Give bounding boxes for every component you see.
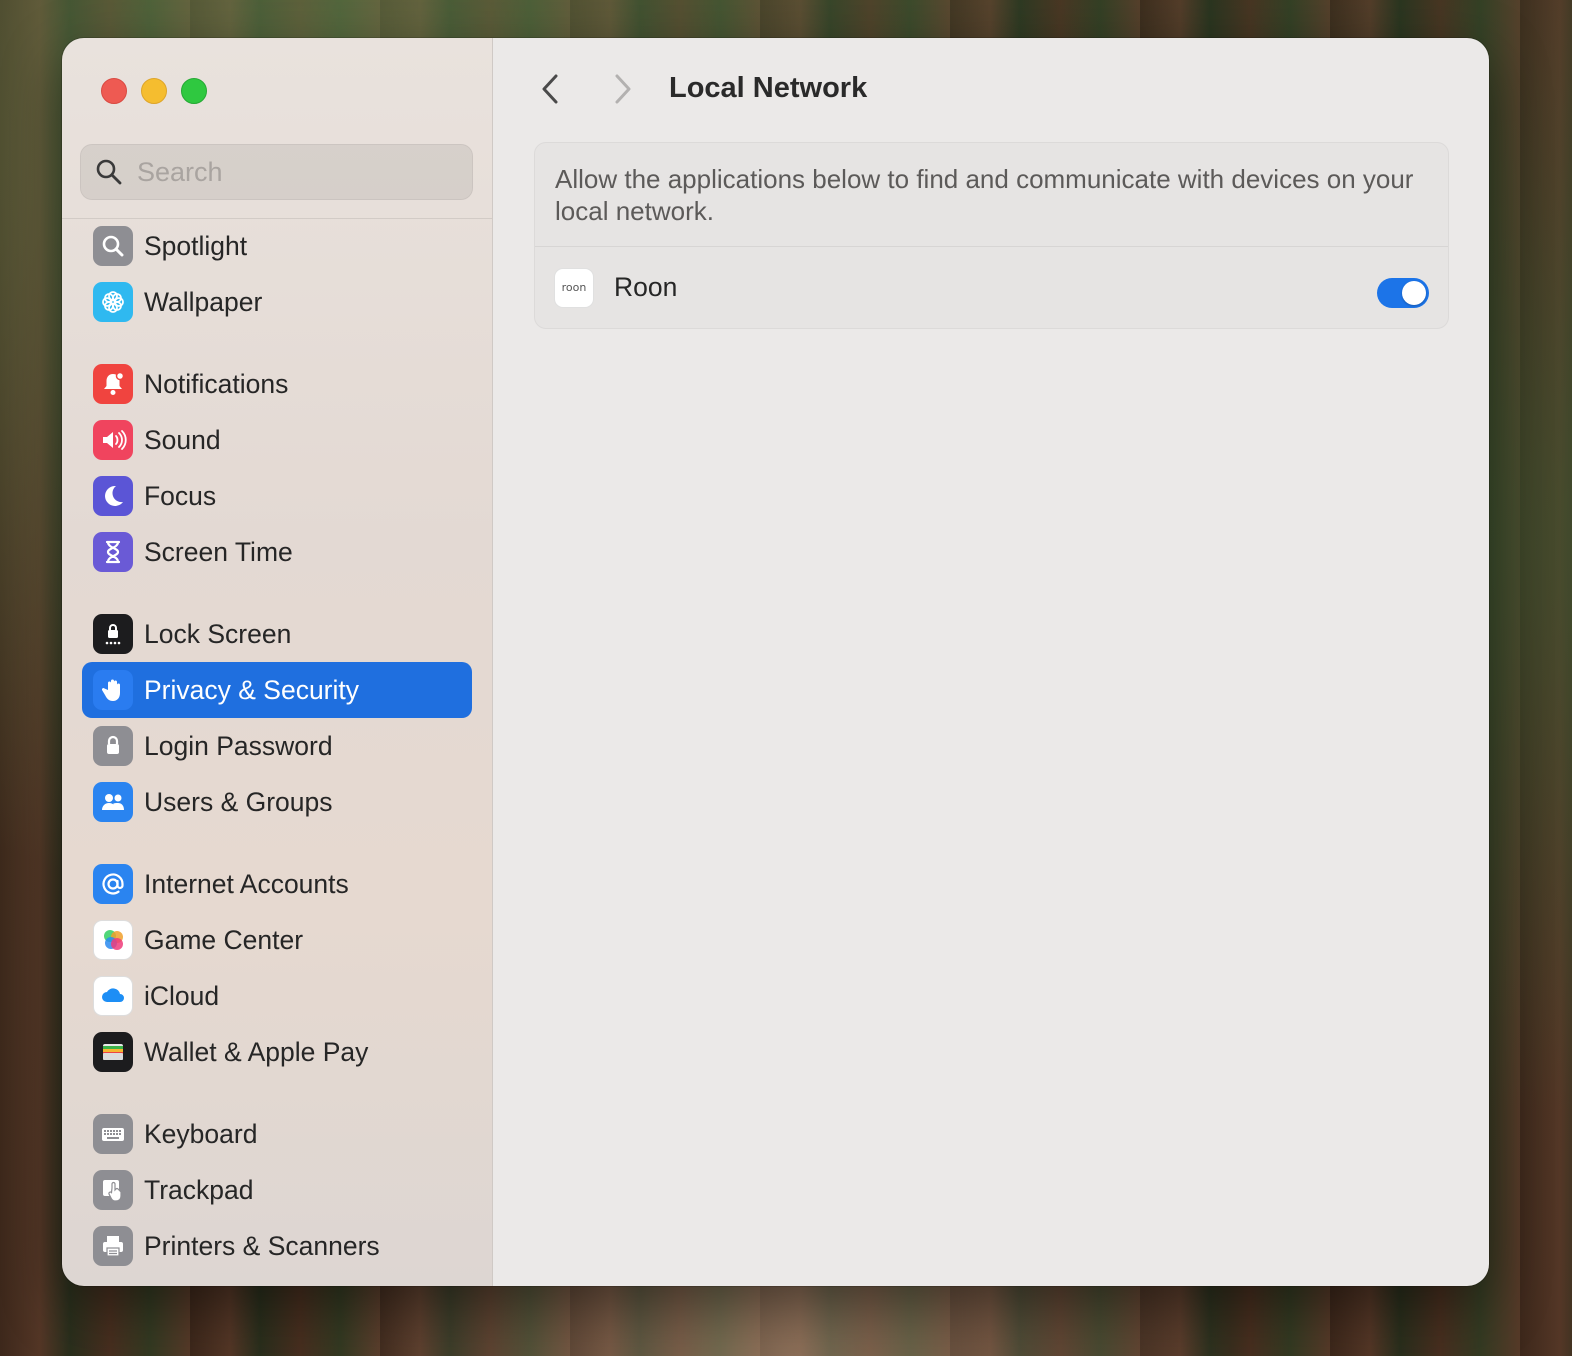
notifications-icon xyxy=(93,364,133,404)
window-controls xyxy=(101,78,207,104)
sidebar-item-spotlight[interactable]: Spotlight xyxy=(82,218,472,274)
sidebar-item-label: Focus xyxy=(144,480,217,511)
sidebar-item-label: Game Center xyxy=(144,924,304,955)
sidebar-item-label: Internet Accounts xyxy=(144,868,349,899)
sidebar-item-login-password[interactable]: Login Password xyxy=(82,718,472,774)
sidebar-item-label: Login Password xyxy=(144,730,333,761)
sidebar-item-internet-accounts[interactable]: Internet Accounts xyxy=(82,856,472,912)
wallpaper-icon xyxy=(93,282,133,322)
sidebar-list: Spotlight Wallpaper Notifications Sound … xyxy=(82,218,472,1274)
sidebar-item-lock-screen[interactable]: Lock Screen xyxy=(82,606,472,662)
focus-icon xyxy=(93,476,133,516)
app-row-roon: roon Roon xyxy=(535,247,1448,328)
sidebar-item-label: Printers & Scanners xyxy=(144,1230,380,1261)
sidebar-item-notifications[interactable]: Notifications xyxy=(82,356,472,412)
sidebar-item-sound[interactable]: Sound xyxy=(82,412,472,468)
sidebar-item-label: Privacy & Security xyxy=(144,674,360,705)
sound-icon xyxy=(93,420,133,460)
login-password-icon xyxy=(93,726,133,766)
toggle-knob xyxy=(1402,281,1426,305)
roon-network-toggle[interactable] xyxy=(1377,278,1429,308)
sidebar-item-icloud[interactable]: iCloud xyxy=(82,968,472,1024)
sidebar-item-users-groups[interactable]: Users & Groups xyxy=(82,774,472,830)
game-center-icon xyxy=(93,920,133,960)
search-icon xyxy=(96,159,122,185)
zoom-button[interactable] xyxy=(181,78,207,104)
privacy-hand-icon xyxy=(93,670,133,710)
icloud-icon xyxy=(93,976,133,1016)
panel-description: Allow the applications below to find and… xyxy=(535,143,1448,247)
search-placeholder: Search xyxy=(137,156,223,187)
sidebar-item-wallpaper[interactable]: Wallpaper xyxy=(82,274,472,330)
screen-time-icon xyxy=(93,532,133,572)
sidebar-item-label: Spotlight xyxy=(144,230,248,261)
close-button[interactable] xyxy=(101,78,127,104)
sidebar-item-label: iCloud xyxy=(144,980,220,1011)
sidebar-item-privacy-security[interactable]: Privacy & Security xyxy=(82,662,472,718)
sidebar-item-label: Wallet & Apple Pay xyxy=(144,1036,369,1067)
sidebar-item-focus[interactable]: Focus xyxy=(82,468,472,524)
trackpad-icon xyxy=(93,1170,133,1210)
internet-accounts-icon xyxy=(93,864,133,904)
sidebar-item-label: Lock Screen xyxy=(144,618,292,649)
sidebar-item-trackpad[interactable]: Trackpad xyxy=(82,1162,472,1218)
sidebar-item-label: Notifications xyxy=(144,368,289,399)
sidebar: Search Spotlight Wallpaper Notifications… xyxy=(62,38,493,1286)
chevron-right-icon[interactable] xyxy=(607,72,637,106)
sidebar-item-game-center[interactable]: Game Center xyxy=(82,912,472,968)
sidebar-item-label: Wallpaper xyxy=(144,286,263,317)
sidebar-item-label: Sound xyxy=(144,424,221,455)
sidebar-item-label: Users & Groups xyxy=(144,786,333,817)
minimize-button[interactable] xyxy=(141,78,167,104)
sidebar-item-label: Trackpad xyxy=(144,1174,254,1205)
lock-screen-icon xyxy=(93,614,133,654)
sidebar-item-wallet[interactable]: Wallet & Apple Pay xyxy=(82,1024,472,1080)
users-groups-icon xyxy=(93,782,133,822)
roon-icon-text: roon xyxy=(561,281,587,294)
content-pane: Local Network Allow the applications bel… xyxy=(493,38,1489,1286)
local-network-panel: Allow the applications below to find and… xyxy=(534,142,1449,329)
roon-app-icon: roon xyxy=(554,267,594,308)
chevron-left-icon[interactable] xyxy=(536,72,566,106)
sidebar-item-screen-time[interactable]: Screen Time xyxy=(82,524,472,580)
page-title: Local Network xyxy=(669,72,868,104)
sidebar-item-printers-scanners[interactable]: Printers & Scanners xyxy=(82,1218,472,1274)
keyboard-icon xyxy=(93,1114,133,1154)
app-name: Roon xyxy=(614,272,678,302)
printers-icon xyxy=(93,1226,133,1266)
wallet-icon xyxy=(93,1032,133,1072)
settings-window: Search Spotlight Wallpaper Notifications… xyxy=(62,38,1489,1286)
search-input[interactable]: Search xyxy=(80,144,473,200)
sidebar-item-label: Keyboard xyxy=(144,1118,258,1149)
spotlight-icon xyxy=(93,226,133,266)
sidebar-item-label: Screen Time xyxy=(144,536,293,567)
sidebar-item-keyboard[interactable]: Keyboard xyxy=(82,1106,472,1162)
